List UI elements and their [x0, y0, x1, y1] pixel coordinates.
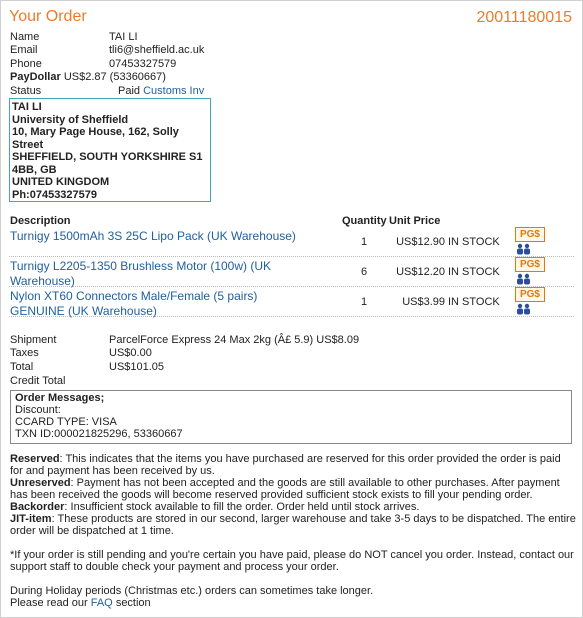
- note-term: JIT-item: [10, 513, 52, 525]
- email-label: Email: [10, 44, 38, 56]
- paydollar-label: PayDollar: [10, 71, 61, 83]
- unit-price-header: Unit Price: [389, 215, 441, 227]
- status-label: Status: [10, 85, 42, 97]
- people-icon[interactable]: [516, 273, 532, 285]
- address-line: 4BB, GB: [12, 163, 57, 176]
- item-quantity: 1: [361, 236, 368, 248]
- pg-badge[interactable]: PG$: [515, 227, 545, 242]
- note-unreserved: Unreserved: Payment has not been accepte…: [10, 477, 576, 501]
- address-line: 10, Mary Page House, 162, Solly: [12, 126, 179, 138]
- faq-prefix: Please read our: [10, 597, 88, 609]
- pending-note: *If your order is still pending and you'…: [10, 549, 574, 573]
- order-messages-box: Order Messages; Discount: CCARD TYPE: VI…: [10, 390, 572, 444]
- item-stock-status: IN STOCK: [448, 296, 500, 308]
- table-row: Turnigy 1500mAh 3S 25C Lipo Pack (UK War…: [9, 227, 574, 257]
- order-messages-heading: Order Messages;: [15, 392, 105, 404]
- item-stock-status: IN STOCK: [448, 266, 500, 278]
- status-row: Paid Customs Inv: [118, 85, 204, 97]
- status-value: Paid: [118, 85, 141, 97]
- address-line: SHEFFIELD, SOUTH YORKSHIRE S1: [12, 151, 203, 163]
- holiday-note: During Holiday periods (Christmas etc.) …: [10, 585, 374, 597]
- item-unit-price: US$12.90: [396, 236, 445, 248]
- phone-label: Phone: [10, 58, 42, 70]
- note-term: Reserved: [10, 453, 60, 465]
- item-badges: PG$: [515, 257, 545, 285]
- paydollar-value: US$2.87 (53360667): [63, 71, 166, 83]
- status-notes: Reserved: This indicates that the items …: [10, 453, 576, 609]
- taxes-value: US$0.00: [109, 347, 152, 359]
- name-label: Name: [10, 31, 40, 43]
- faq-link[interactable]: FAQ: [91, 597, 113, 609]
- customer-name: TAI LI: [109, 31, 138, 43]
- address-line: TAI LI: [12, 101, 42, 113]
- pg-badge[interactable]: PG$: [515, 257, 545, 272]
- page-title: Your Order: [9, 8, 87, 25]
- address-line: UNITED KINGDOM: [12, 176, 110, 188]
- message-line: CCARD TYPE: VISA: [15, 416, 117, 428]
- note-term: Unreserved: [10, 477, 71, 489]
- shipment-value: ParcelForce Express 24 Max 2kg (Â£ 5.9) …: [109, 334, 360, 346]
- address-line: University of Sheffield: [12, 113, 129, 126]
- shipment-label: Shipment: [10, 334, 57, 346]
- note-text: : Insufficient stock available to fill t…: [64, 501, 420, 513]
- customer-phone: 07453327579: [109, 58, 177, 70]
- item-unit-price: US$12.20: [396, 266, 445, 278]
- item-description-link[interactable]: Turnigy L2205-1350 Brushless Motor (100w…: [10, 259, 310, 289]
- customer-email: tli6@sheffield.ac.uk: [109, 44, 205, 56]
- address-line: Street: [12, 138, 44, 151]
- item-description-link[interactable]: Nylon XT60 Connectors Male/Female (5 pai…: [10, 289, 310, 319]
- taxes-label: Taxes: [10, 347, 39, 359]
- item-stock-status: IN STOCK: [448, 236, 500, 248]
- customs-invoice-link[interactable]: Customs Inv: [143, 85, 204, 97]
- note-jit: JIT-item: These products are stored in o…: [10, 513, 576, 537]
- table-row: Nylon XT60 Connectors Male/Female (5 pai…: [9, 287, 574, 319]
- shipping-address: TAI LI University of Sheffield 10, Mary …: [9, 98, 211, 202]
- order-panel: Your Order 20011180015 Name TAI LI Email…: [0, 0, 583, 618]
- item-quantity: 1: [361, 296, 368, 308]
- quantity-header: Quantity: [342, 215, 387, 227]
- people-icon[interactable]: [516, 303, 532, 315]
- address-line: Ph:07453327579: [12, 188, 98, 201]
- faq-note: Please read our FAQ section: [10, 597, 576, 609]
- message-line: Discount:: [15, 404, 61, 416]
- note-backorder: Backorder: Insufficient stock available …: [10, 501, 576, 513]
- order-number: 20011180015: [476, 9, 572, 26]
- message-line: TXN ID:000021825296, 53360667: [15, 428, 183, 440]
- paydollar-row: PayDollar US$2.87 (53360667): [10, 71, 166, 83]
- note-text: : These products are stored in our secon…: [10, 513, 576, 537]
- pg-badge[interactable]: PG$: [515, 287, 545, 302]
- item-quantity: 6: [361, 266, 368, 278]
- note-reserved: Reserved: This indicates that the items …: [10, 453, 576, 477]
- credit-total-label: Credit Total: [10, 375, 66, 387]
- faq-suffix: section: [115, 597, 151, 609]
- table-row: Turnigy L2205-1350 Brushless Motor (100w…: [9, 257, 574, 289]
- item-unit-price: US$3.99: [402, 296, 445, 308]
- item-description-link[interactable]: Turnigy 1500mAh 3S 25C Lipo Pack (UK War…: [10, 229, 310, 244]
- item-badges: PG$: [515, 227, 545, 255]
- note-text: : This indicates that the items you have…: [10, 453, 561, 477]
- total-value: US$101.05: [109, 361, 165, 373]
- total-label: Total: [10, 361, 34, 373]
- note-term: Backorder: [10, 501, 65, 513]
- description-header: Description: [10, 215, 71, 227]
- item-badges: PG$: [515, 287, 545, 315]
- note-text: : Payment has not been accepted and the …: [10, 477, 560, 501]
- people-icon[interactable]: [516, 243, 532, 255]
